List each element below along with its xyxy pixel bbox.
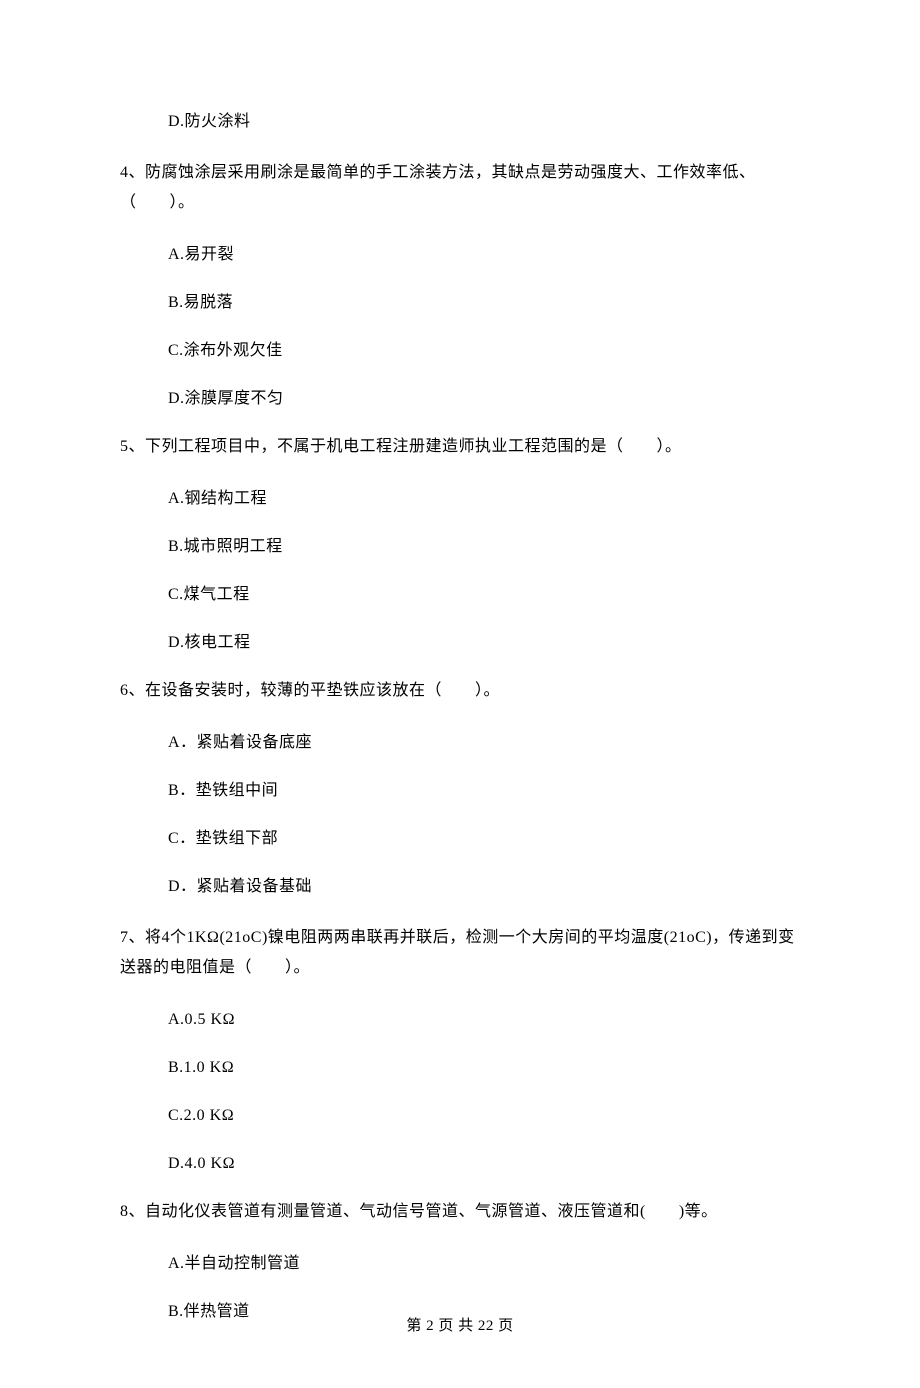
q7-text: 7、将4个1KΩ(21oC)镍电阻两两串联再并联后，检测一个大房间的平均温度(2… [120, 923, 800, 984]
page-footer: 第 2 页 共 22 页 [0, 1315, 920, 1338]
q5-option-b: B.城市照明工程 [120, 535, 800, 559]
q8-text: 8、自动化仪表管道有测量管道、气动信号管道、气源管道、液压管道和( )等。 [120, 1200, 800, 1224]
q7-option-c: C.2.0 KΩ [120, 1104, 800, 1128]
q6-option-b: B．垫铁组中间 [120, 779, 800, 803]
q3-option-d: D.防火涂料 [120, 110, 800, 134]
q6-text: 6、在设备安装时，较薄的平垫铁应该放在（ ）。 [120, 679, 800, 703]
q7-option-a: A.0.5 KΩ [120, 1008, 800, 1032]
q6-option-a: A．紧贴着设备底座 [120, 731, 800, 755]
q6-option-c: C．垫铁组下部 [120, 827, 800, 851]
q6-option-d: D．紧贴着设备基础 [120, 875, 800, 899]
q8-option-a: A.半自动控制管道 [120, 1252, 800, 1276]
q7-option-b: B.1.0 KΩ [120, 1056, 800, 1080]
q4-text: 4、防腐蚀涂层采用刷涂是最简单的手工涂装方法，其缺点是劳动强度大、工作效率低、（… [120, 158, 800, 219]
q4-option-d: D.涂膜厚度不匀 [120, 387, 800, 411]
q7-option-d: D.4.0 KΩ [120, 1152, 800, 1176]
q4-option-a: A.易开裂 [120, 243, 800, 267]
q5-option-d: D.核电工程 [120, 631, 800, 655]
q4-option-c: C.涂布外观欠佳 [120, 339, 800, 363]
q5-text: 5、下列工程项目中，不属于机电工程注册建造师执业工程范围的是（ ）。 [120, 435, 800, 459]
q5-option-c: C.煤气工程 [120, 583, 800, 607]
q5-option-a: A.钢结构工程 [120, 487, 800, 511]
q4-option-b: B.易脱落 [120, 291, 800, 315]
